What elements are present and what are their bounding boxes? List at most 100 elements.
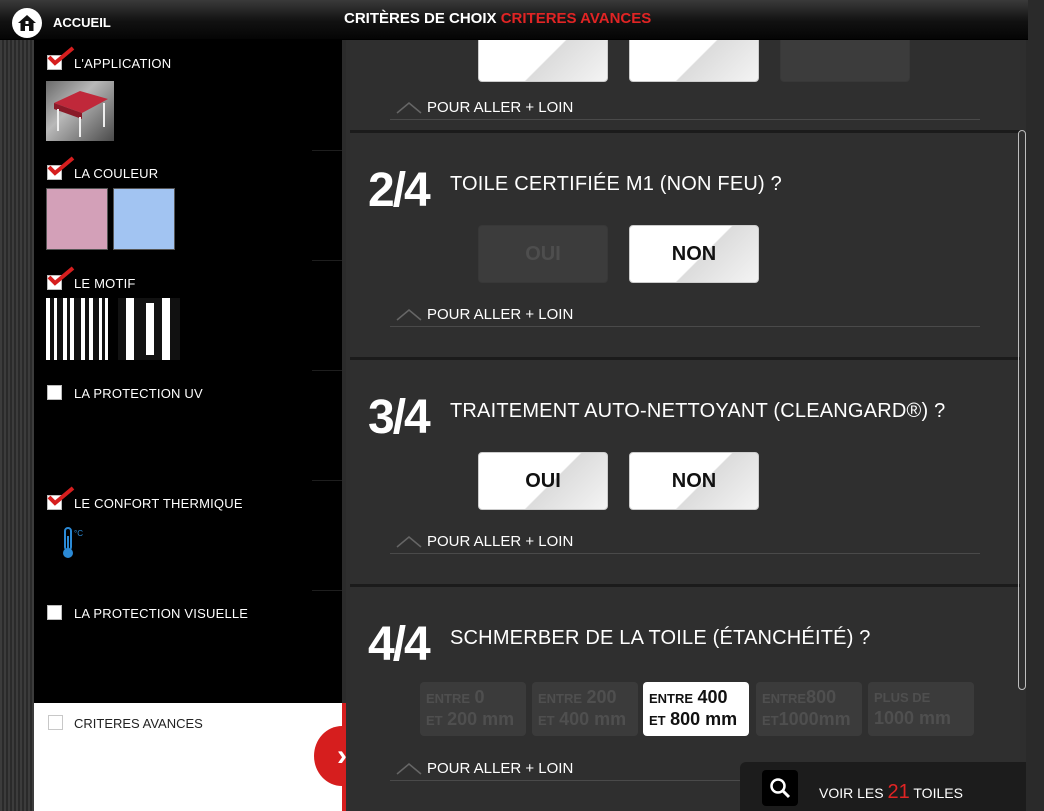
top-bar: ACCUEIL CRITÈRES DE CHOIX CRITERES AVANC… [0,0,1044,40]
thermometer-unit: °C [74,529,83,538]
range-top-small: ENTRE [762,691,807,706]
answer-button[interactable] [629,40,759,82]
bands-pattern-icon [118,298,180,360]
more-label: POUR ALLER + LOIN [427,533,574,550]
non-button[interactable]: NON [629,452,759,510]
answer-button[interactable] [478,40,608,82]
search-button[interactable] [762,770,798,806]
sidebar-item-protection-uv[interactable]: LA PROTECTION UV [34,370,342,481]
range-top-big: 0 [474,687,485,707]
range-option-800-1000[interactable]: ENTRE800 ET1000mm [756,682,862,736]
result-count: 21 [887,781,910,803]
caret-up-icon [396,763,422,775]
voir-prefix: VOIR LES [819,785,884,801]
question-card-3: 3/4 TRAITEMENT AUTO-NETTOYANT (CLEANGARD… [350,357,1020,584]
left-stripe [0,40,34,811]
sidebar-item-protection-visuelle[interactable]: LA PROTECTION VISUELLE [34,590,342,700]
checkmark-icon [47,486,75,506]
caret-up-icon [396,102,422,114]
range-option-plus-1000[interactable]: PLUS DE 1000 mm [868,682,974,736]
oui-button[interactable]: OUI [478,452,608,510]
caret-up-icon [396,536,422,548]
checkbox-criteres-avances[interactable] [48,715,63,730]
home-button[interactable] [12,8,42,38]
more-label: POUR ALLER + LOIN [427,306,574,323]
range-bot-big: 400 mm [559,709,627,729]
topbar-edge [1028,0,1044,40]
answer-button[interactable] [780,40,910,82]
color-swatch-blue[interactable] [113,188,175,250]
question-text: SCHMERBER DE LA TOILE (ÉTANCHÉITÉ) ? [450,627,871,649]
range-bot-small: ET [426,713,443,728]
range-top-small: ENTRE [426,691,471,706]
home-label[interactable]: ACCUEIL [53,15,111,30]
checkmark-icon [47,156,75,176]
caret-up-icon [396,309,422,321]
checkbox-protection-uv[interactable] [47,385,62,400]
sidebar-item-label: LE CONFORT THERMIQUE [74,496,243,511]
range-option-200-400[interactable]: ENTRE 200 ET 400 mm [532,682,638,736]
color-swatch-pink[interactable] [46,188,108,250]
range-bot-big: 1000 mm [874,708,952,728]
more-label: POUR ALLER + LOIN [427,760,574,777]
sidebar-item-label: LA COULEUR [74,166,159,181]
voir-toiles-bar[interactable]: VOIR LES 21 TOILES [740,762,1026,811]
question-card-2: 2/4 TOILE CERTIFIÉE M1 (NON FEU) ? OUI N… [350,130,1020,357]
range-top-big: 400 [697,687,728,707]
question-text: TRAITEMENT AUTO-NETTOYANT (CLEANGARD®) ? [450,400,946,422]
question-card-1: POUR ALLER + LOIN [350,40,1020,130]
checkmark-icon [47,266,75,286]
range-bot-big: 800 mm [670,709,738,729]
range-top-small: ENTRE [538,691,583,706]
stripes-pattern-icon [50,298,105,360]
checkmark-icon [47,46,75,66]
application-thumbnail[interactable] [46,81,114,141]
breadcrumb: CRITÈRES DE CHOIX CRITERES AVANCES [344,10,651,27]
home-icon [18,15,36,31]
range-option-400-800[interactable]: ENTRE 400 ET 800 mm [643,682,749,736]
oui-button[interactable]: OUI [478,225,608,283]
sidebar-item-motif[interactable]: LE MOTIF [34,260,342,371]
range-option-0-200[interactable]: ENTRE 0 ET 200 mm [420,682,526,736]
question-number: 3/4 [368,391,431,444]
criteres-avances-panel[interactable]: CRITERES AVANCES [34,703,342,811]
more-link[interactable]: POUR ALLER + LOIN [390,98,980,120]
sidebar: L'APPLICATION LA COULEUR LE MOTIF LA PRO… [34,40,342,703]
more-label: POUR ALLER + LOIN [427,99,574,116]
sidebar-item-confort-thermique[interactable]: LE CONFORT THERMIQUE °C [34,480,342,591]
awning-icon [54,91,108,137]
sidebar-item-label: LA PROTECTION UV [74,386,203,401]
voir-suffix: TOILES [913,785,963,801]
range-bot-small: ET [538,713,555,728]
sidebar-item-label: L'APPLICATION [74,56,172,71]
thermometer-icon[interactable]: °C [58,526,88,560]
voir-toiles-link[interactable]: VOIR LES 21 TOILES [819,781,963,804]
range-bot-small: ET [649,713,666,728]
sidebar-item-couleur[interactable]: LA COULEUR [34,150,342,261]
non-button[interactable]: NON [629,225,759,283]
motif-bands-thumbnail[interactable] [118,298,180,360]
question-number: 2/4 [368,164,431,217]
range-bot-big: 200 mm [447,709,515,729]
more-link[interactable]: POUR ALLER + LOIN [390,532,980,554]
range-bot-big: 1000mm [778,709,851,729]
range-bot-small: ET [762,713,779,728]
search-icon [770,778,791,799]
question-number: 4/4 [368,618,431,671]
sidebar-item-label: LA PROTECTION VISUELLE [74,606,249,621]
range-top-big: 800 [806,687,837,707]
crumb-criteres-avances[interactable]: CRITERES AVANCES [501,10,652,27]
sidebar-item-label: LE MOTIF [74,276,136,291]
range-top-big: 200 [586,687,617,707]
main-content: POUR ALLER + LOIN 2/4 TOILE CERTIFIÉE M1… [346,40,1026,811]
more-link[interactable]: POUR ALLER + LOIN [390,305,980,327]
crumb-criteres-choix[interactable]: CRITÈRES DE CHOIX [344,10,497,27]
range-top-small: ENTRE [649,691,694,706]
range-top-small: PLUS DE [874,690,931,705]
scrollbar[interactable] [1018,130,1026,690]
motif-stripes-thumbnail[interactable] [46,298,108,360]
right-edge [1026,40,1044,811]
sidebar-item-application[interactable]: L'APPLICATION [34,40,342,151]
question-text: TOILE CERTIFIÉE M1 (NON FEU) ? [450,173,782,195]
checkbox-protection-visuelle[interactable] [47,605,62,620]
